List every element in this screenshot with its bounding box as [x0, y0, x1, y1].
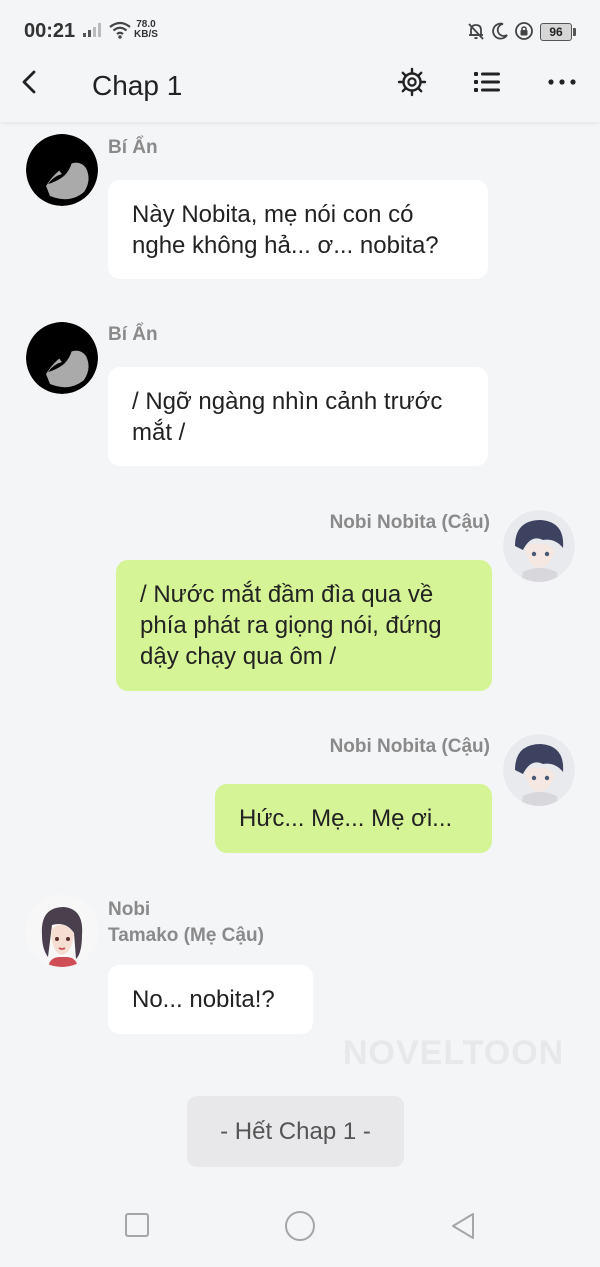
list-icon[interactable]: [471, 66, 503, 98]
message-bubble[interactable]: / Nước mắt đầm đìa qua về phía phát ra g…: [116, 560, 492, 691]
app-header: Chap 1: [0, 60, 600, 122]
message-bubble[interactable]: Này Nobita, mẹ nói con có nghe không hả.…: [108, 180, 488, 279]
page-title: Chap 1: [92, 70, 183, 101]
gear-icon[interactable]: [396, 66, 428, 98]
moon-icon: [492, 22, 508, 40]
sender-name: Bí Ẩn: [108, 324, 158, 345]
avatar-nobita[interactable]: [503, 510, 575, 582]
message-bubble[interactable]: / Ngỡ ngàng nhìn cảnh trước mắt /: [108, 367, 488, 466]
back-arrow-icon[interactable]: [16, 68, 44, 96]
network-speed: 78.0 KB/S: [134, 20, 158, 40]
status-bar: 00:21 78.0 KB/S 96: [0, 0, 600, 60]
more-icon[interactable]: [546, 66, 578, 98]
signal-icon: [83, 23, 101, 37]
status-time: 00:21: [24, 20, 76, 42]
end-chapter-button[interactable]: - Hết Chap 1 -: [187, 1096, 404, 1167]
anime-boy-avatar-icon: [503, 510, 575, 582]
sender-name: Nobi Nobita (Cậu): [329, 736, 490, 757]
bell-muted-icon: [468, 23, 484, 40]
noveltoon-watermark: NOVELTOON: [343, 1034, 565, 1072]
back-triangle-icon[interactable]: [450, 1212, 476, 1240]
avatar-tamako[interactable]: [26, 895, 98, 967]
battery-icon: 96: [540, 23, 576, 41]
home-icon[interactable]: [284, 1210, 316, 1242]
sender-name: Bí Ẩn: [108, 137, 158, 158]
avatar-bi-an[interactable]: [26, 322, 98, 394]
silhouette-avatar-icon: [26, 134, 98, 206]
message-bubble[interactable]: No... nobita!?: [108, 965, 313, 1034]
anime-woman-avatar-icon: [26, 895, 98, 967]
avatar-bi-an[interactable]: [26, 134, 98, 206]
recent-apps-icon[interactable]: [124, 1212, 150, 1238]
lock-rotation-icon: [515, 22, 533, 40]
sender-name-line1: Nobi: [108, 899, 151, 920]
avatar-nobita[interactable]: [503, 734, 575, 806]
message-bubble[interactable]: Hức... Mẹ... Mẹ ơi...: [215, 784, 492, 853]
silhouette-avatar-icon: [26, 322, 98, 394]
sender-name: Nobi Tamako (Mẹ Cậu): [108, 897, 264, 949]
wifi-icon: [109, 21, 131, 39]
network-speed-unit: KB/S: [134, 29, 158, 40]
system-nav-bar: [0, 1190, 600, 1267]
anime-boy-avatar-icon: [503, 734, 575, 806]
sender-name: Nobi Nobita (Cậu): [329, 512, 490, 533]
sender-name-line2: Tamako (Mẹ Cậu): [108, 925, 264, 946]
